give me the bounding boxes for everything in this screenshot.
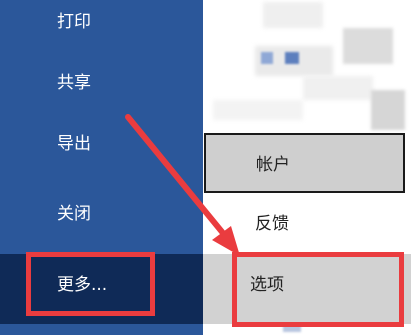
sidebar-item-label: 打印 bbox=[57, 12, 91, 32]
sidebar-item-more[interactable]: 更多... bbox=[0, 254, 203, 324]
sidebar-item-close[interactable]: 关闭 bbox=[0, 184, 203, 244]
backstage-sidebar: 打印 共享 导出 关闭 更多... bbox=[0, 0, 203, 335]
sidebar-item-label: 更多... bbox=[57, 275, 108, 295]
blurred-block bbox=[213, 100, 303, 120]
sidebar-item-label: 导出 bbox=[57, 134, 91, 154]
blurred-block bbox=[303, 76, 373, 100]
blurred-icon bbox=[285, 52, 299, 64]
sidebar-item-label: 关闭 bbox=[57, 204, 91, 224]
feedback-menu-item[interactable]: 反馈 bbox=[203, 195, 411, 253]
blurred-block bbox=[343, 28, 393, 64]
account-menu-item[interactable]: 帐户 bbox=[204, 133, 405, 193]
options-label: 选项 bbox=[250, 275, 284, 295]
options-menu-item[interactable]: 选项 bbox=[203, 254, 411, 324]
sidebar-item-print[interactable]: 打印 bbox=[0, 0, 203, 52]
blurred-block bbox=[263, 2, 323, 28]
blurred-icon bbox=[261, 52, 273, 64]
sidebar-item-share[interactable]: 共享 bbox=[0, 53, 203, 113]
account-label: 帐户 bbox=[256, 155, 290, 175]
sidebar-item-label: 共享 bbox=[57, 73, 91, 93]
sidebar-item-export[interactable]: 导出 bbox=[0, 114, 203, 174]
blurred-block bbox=[371, 90, 405, 130]
feedback-label: 反馈 bbox=[255, 214, 289, 234]
